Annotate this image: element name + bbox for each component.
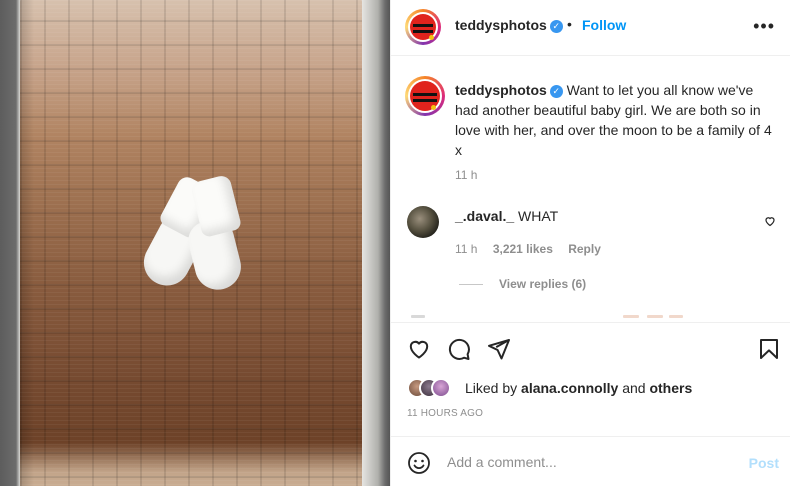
action-bar [391, 322, 790, 374]
post-photo[interactable] [0, 0, 390, 486]
view-replies-button[interactable]: View replies (6) [459, 277, 586, 291]
verified-icon: ✓ [549, 20, 563, 33]
commenter-username[interactable]: _.daval._ [455, 208, 514, 224]
emoji-icon[interactable] [407, 451, 431, 475]
comment-text: WHAT [518, 208, 559, 224]
comment-box: Post [391, 436, 790, 486]
share-icon[interactable] [487, 337, 511, 361]
reply-button[interactable]: Reply [568, 242, 601, 256]
verified-icon: ✓ [549, 85, 563, 98]
caption-author-avatar[interactable] [405, 76, 445, 116]
heart-icon[interactable] [407, 337, 431, 361]
liked-by-and: and [622, 380, 646, 396]
follow-button[interactable]: Follow [582, 17, 626, 33]
author-username[interactable]: teddysphotos [455, 17, 547, 33]
liked-by-prefix: Liked by [465, 380, 518, 396]
bookmark-icon[interactable] [757, 337, 781, 361]
liked-by: Liked by alana.connolly and others [465, 380, 692, 396]
avatar [431, 378, 451, 398]
more-icon[interactable]: ••• [753, 16, 775, 36]
post-button[interactable]: Post [749, 455, 779, 471]
post-caption: teddysphotos ✓ Want to let you all know w… [455, 80, 775, 160]
author-avatar[interactable] [405, 9, 441, 45]
liked-by-user[interactable]: alana.connolly [521, 380, 618, 396]
comment-meta: 11 h 3,221 likes Reply [455, 242, 613, 256]
comment-likes[interactable]: 3,221 likes [493, 242, 553, 256]
comment-input[interactable] [447, 452, 727, 472]
commenter-avatar[interactable] [407, 206, 439, 238]
caption-username[interactable]: teddysphotos [455, 82, 547, 98]
separator-dot: • [567, 16, 572, 32]
heart-icon[interactable] [764, 215, 776, 227]
comment-icon[interactable] [447, 337, 471, 361]
comment-time[interactable]: 11 h [455, 242, 477, 256]
comment: _.daval._ WHAT [455, 208, 558, 224]
post-sidebar: teddysphotos ✓ • Follow ••• teddysphotos ✓… [390, 0, 790, 486]
caption-timestamp[interactable]: 11 h [455, 168, 477, 182]
post-timestamp[interactable]: 11 HOURS AGO [407, 408, 483, 419]
next-comment-cutoff [411, 312, 771, 320]
liked-by-others[interactable]: others [649, 380, 692, 396]
post-header: teddysphotos ✓ • Follow ••• [391, 0, 790, 56]
author-username-row[interactable]: teddysphotos ✓ [455, 17, 563, 33]
